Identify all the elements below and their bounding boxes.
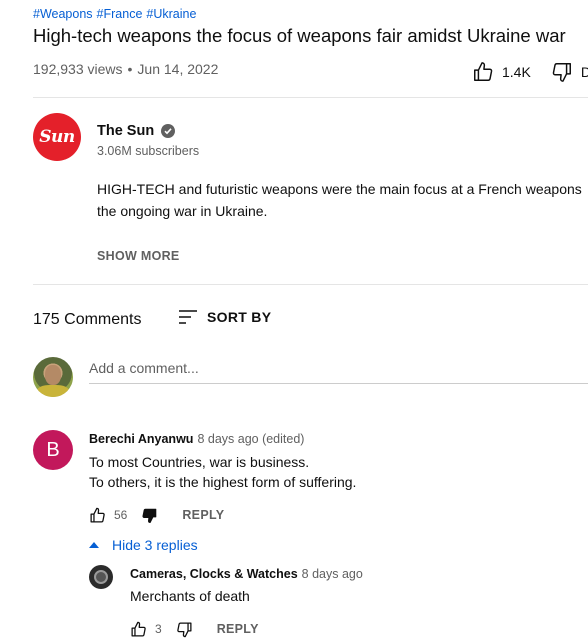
divider [33, 97, 588, 98]
reply-author-avatar[interactable] [89, 565, 113, 589]
commenter-avatar[interactable]: B [33, 430, 73, 470]
description-line: the ongoing war in Ukraine. [97, 203, 268, 219]
thumbs-down-icon[interactable] [141, 507, 158, 524]
hide-replies-label: Hide 3 replies [112, 537, 198, 553]
like-button[interactable]: 1.4K [472, 61, 531, 83]
avatar-letter: B [46, 438, 60, 461]
collapse-triangle-icon [89, 542, 99, 548]
dislike-button[interactable]: D [551, 61, 588, 83]
hide-replies-button[interactable]: Hide 3 replies [89, 535, 198, 555]
divider [33, 284, 588, 285]
comment-text: To most Countries, war is business. To o… [89, 452, 356, 492]
comment-header: Berechi Anyanwu 8 days ago (edited) [89, 432, 304, 446]
hashtag-link[interactable]: #Weapons [33, 7, 93, 21]
thumbs-up-icon[interactable] [89, 507, 106, 524]
upload-date: Jun 14, 2022 [137, 61, 219, 77]
comment-actions: 56 REPLY [89, 505, 224, 525]
channel-logo-text: Sun [39, 127, 75, 147]
sort-by-button[interactable]: SORT BY [178, 306, 271, 328]
comment-line: To others, it is the highest form of suf… [89, 474, 357, 490]
add-comment-input[interactable]: Add a comment... [89, 359, 588, 384]
verified-check-icon [161, 124, 176, 138]
meta-separator: • [127, 61, 133, 77]
comment-count: 175 Comments [33, 311, 142, 328]
reply-button[interactable]: REPLY [182, 508, 224, 522]
reply-button[interactable]: REPLY [217, 622, 259, 636]
hashtag-link[interactable]: #Ukraine [146, 7, 196, 21]
reply-header: Cameras, Clocks & Watches 8 days ago [130, 567, 363, 581]
sort-icon [178, 308, 198, 326]
view-count: 192,933 views [33, 61, 123, 77]
user-avatar [33, 357, 73, 397]
channel-name-row: The Sun [97, 123, 176, 139]
reply-actions: 3 REPLY [130, 619, 259, 639]
thumbs-down-icon [551, 61, 573, 83]
reply-author[interactable]: Cameras, Clocks & Watches [130, 567, 298, 581]
hashtag-list: #Weapons #France #Ukraine [33, 7, 200, 21]
like-dislike-bar: 1.4K D [472, 60, 588, 84]
video-title: High-tech weapons the focus of weapons f… [33, 25, 566, 46]
reply-text: Merchants of death [130, 588, 250, 604]
channel-name[interactable]: The Sun [97, 123, 154, 139]
comment-like-count: 56 [114, 508, 128, 522]
thumbs-up-icon[interactable] [130, 621, 147, 638]
add-comment-placeholder: Add a comment... [89, 360, 199, 376]
description-line: HIGH-TECH and futuristic weapons were th… [97, 181, 582, 197]
show-more-button[interactable]: SHOW MORE [97, 249, 180, 263]
subscriber-count: 3.06M subscribers [97, 144, 200, 158]
like-count: 1.4K [502, 64, 531, 80]
reply-like-count: 3 [155, 622, 162, 636]
sort-by-label: SORT BY [207, 309, 272, 325]
video-description: HIGH-TECH and futuristic weapons were th… [97, 178, 588, 222]
hashtag-link[interactable]: #France [97, 7, 143, 21]
comment-author[interactable]: Berechi Anyanwu [89, 432, 193, 446]
video-meta: 192,933 views • Jun 14, 2022 [33, 61, 218, 77]
comment-line: To most Countries, war is business. [89, 454, 310, 470]
dislike-label-partial: D [580, 64, 588, 80]
comment-time[interactable]: 8 days ago (edited) [197, 432, 304, 446]
channel-avatar[interactable]: Sun [33, 113, 81, 161]
thumbs-down-icon[interactable] [176, 621, 193, 638]
reply-time[interactable]: 8 days ago [302, 567, 363, 581]
thumbs-up-icon [472, 61, 494, 83]
